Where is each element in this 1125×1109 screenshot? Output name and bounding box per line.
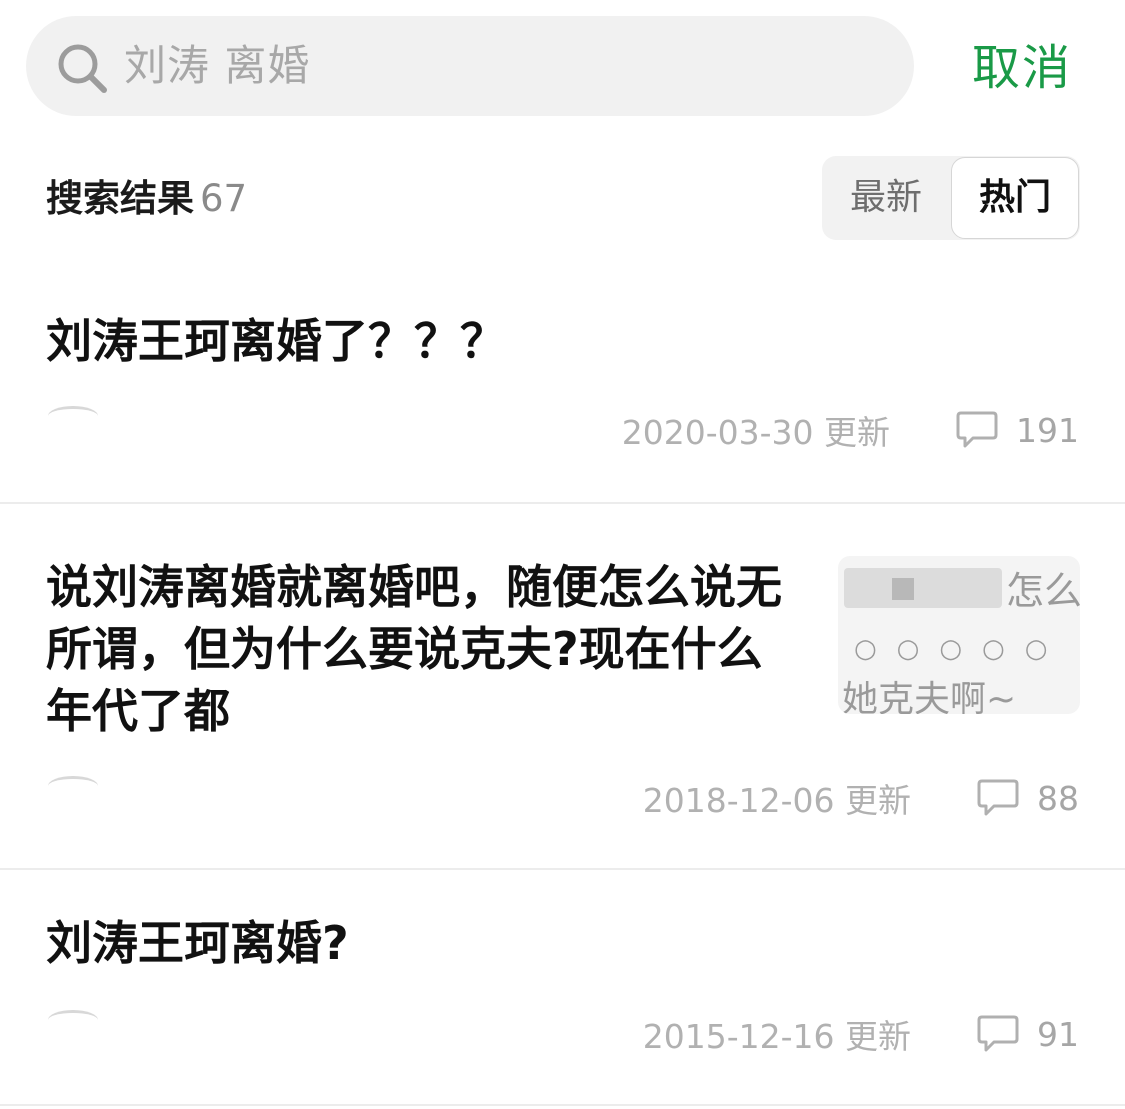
avatar (48, 406, 98, 426)
comment-icon (977, 779, 1019, 816)
post-meta: 2018-12-06 更新 88 (642, 776, 1079, 821)
sort-toggle: 最新 热门 (822, 156, 1080, 240)
cancel-button[interactable]: 取消 (972, 38, 1072, 98)
avatar (48, 1010, 98, 1030)
thumbnail-dots: ○○○○○ (854, 634, 1068, 664)
post-title[interactable]: 刘涛王珂离婚? (46, 912, 349, 974)
post-thumbnail[interactable]: 怎么 ○○○○○ 她克夫啊~ (838, 556, 1080, 714)
divider (0, 868, 1125, 870)
post-meta: 2020-03-30 更新 191 (621, 408, 1079, 453)
sort-latest-tab[interactable]: 最新 (822, 156, 950, 240)
results-header: 搜索结果 67 (46, 176, 247, 222)
post-meta: 2015-12-16 更新 91 (642, 1012, 1079, 1057)
sort-hot-tab[interactable]: 热门 (951, 157, 1079, 239)
updated-date: 2020-03-30 更新 (621, 413, 890, 452)
search-input[interactable]: 刘涛 离婚 (124, 38, 310, 94)
updated-date: 2018-12-06 更新 (642, 781, 911, 820)
comment-icon (977, 1015, 1019, 1052)
comment-count: 91 (1037, 1014, 1079, 1054)
thumbnail-text: 她克夫啊~ (842, 679, 1017, 714)
search-icon (58, 44, 107, 93)
avatar (48, 776, 98, 796)
blurred-region (844, 568, 1002, 608)
updated-date: 2015-12-16 更新 (642, 1017, 911, 1056)
divider (0, 502, 1125, 504)
comment-count: 88 (1037, 778, 1079, 818)
thumbnail-text: 怎么 (1006, 569, 1080, 613)
post-title[interactable]: 说刘涛离婚就离婚吧，随便怎么说无所谓，但为什么要说克夫?现在什么年代了都 (46, 556, 806, 742)
divider (0, 1104, 1125, 1106)
search-bar[interactable]: 刘涛 离婚 (26, 16, 914, 116)
results-label: 搜索结果 (46, 177, 194, 220)
post-title[interactable]: 刘涛王珂离婚了？？？ (46, 310, 506, 372)
results-count: 67 (200, 177, 248, 220)
comment-count: 191 (1016, 410, 1079, 450)
comment-icon (956, 411, 998, 448)
blurred-region (892, 578, 914, 600)
